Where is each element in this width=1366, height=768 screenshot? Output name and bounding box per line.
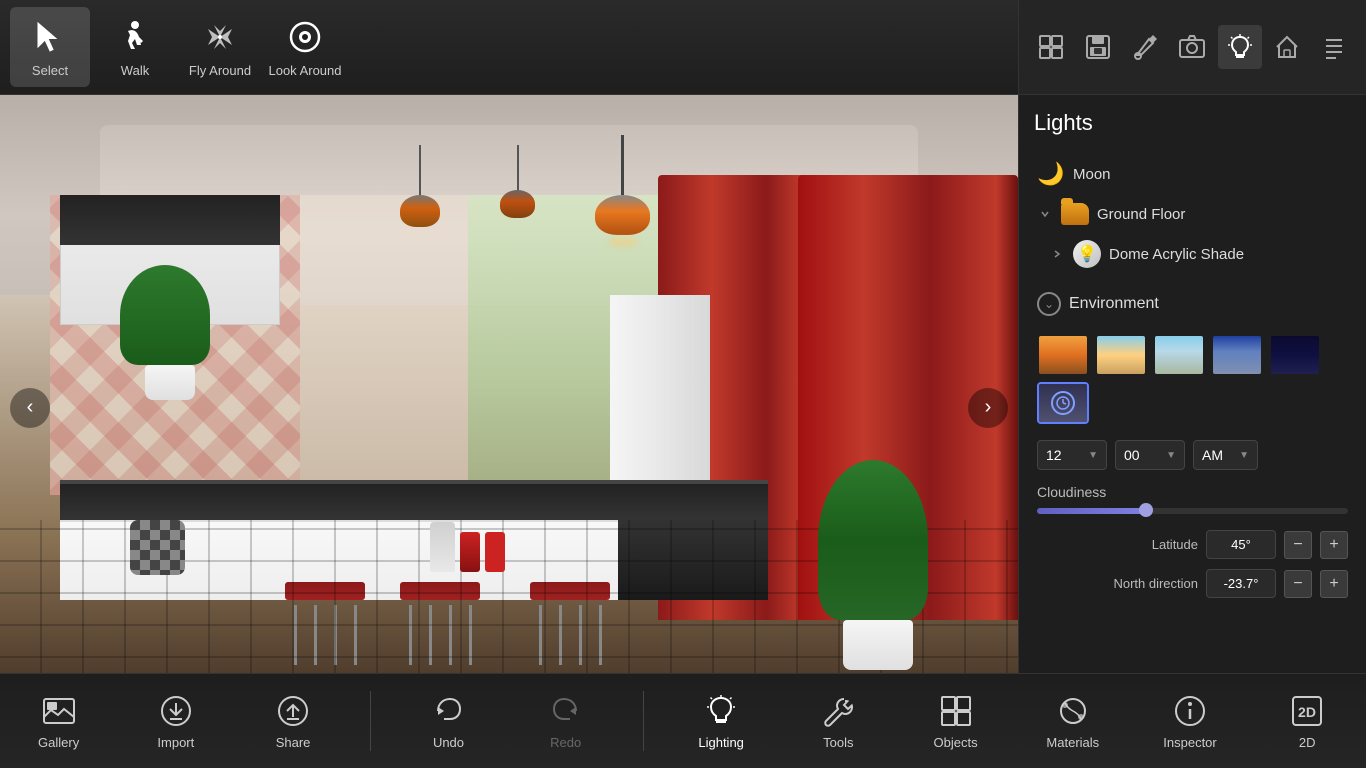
divider-2 [643, 691, 644, 751]
walk-label: Walk [121, 63, 149, 78]
materials-btn[interactable]: Materials [1033, 681, 1113, 761]
tools-label: Tools [823, 735, 853, 750]
lights-panel: Lights 🌙 Moon Ground Floor [1019, 95, 1366, 768]
panel-list-icon[interactable] [1312, 25, 1356, 69]
panel-paint-icon[interactable] [1123, 25, 1167, 69]
2d-label: 2D [1299, 735, 1316, 750]
latitude-value: 45° [1206, 530, 1276, 559]
nav-right-arrow[interactable]: › [968, 388, 1008, 428]
cloudiness-slider[interactable] [1037, 508, 1348, 514]
lights-title: Lights [1029, 110, 1356, 136]
moon-label: Moon [1073, 166, 1111, 183]
tod-custom[interactable] [1037, 382, 1089, 424]
ampm-select[interactable]: AM ▼ [1193, 440, 1258, 470]
tree-item-moon[interactable]: 🌙 Moon [1029, 154, 1356, 194]
tod-night[interactable] [1269, 334, 1321, 376]
redo-label: Redo [550, 735, 581, 750]
expand-arrow-ground-floor[interactable] [1037, 206, 1053, 222]
ground-floor-label: Ground Floor [1097, 206, 1185, 223]
ampm-value: AM [1202, 447, 1223, 463]
hour-arrow: ▼ [1088, 450, 1098, 461]
north-direction-row: North direction -23.7° − + [1037, 569, 1348, 598]
dome-shade-label: Dome Acrylic Shade [1109, 246, 1244, 263]
fly-around-tool[interactable]: Fly Around [180, 7, 260, 87]
redo-btn[interactable]: Redo [526, 681, 606, 761]
tree-item-dome-shade[interactable]: 💡 Dome Acrylic Shade [1029, 234, 1356, 274]
latitude-label: Latitude [1037, 537, 1198, 552]
tod-dawn[interactable] [1037, 334, 1089, 376]
bulb-icon-dome: 💡 [1073, 240, 1101, 268]
latitude-increase-btn[interactable]: + [1320, 531, 1348, 559]
fly-around-label: Fly Around [189, 63, 251, 78]
lighting-label: Lighting [698, 735, 744, 750]
right-panel-toolbar [1019, 0, 1366, 95]
gallery-btn[interactable]: Gallery [19, 681, 99, 761]
panel-save-icon[interactable] [1076, 25, 1120, 69]
cloudiness-section: Cloudiness [1029, 476, 1356, 522]
north-direction-value: -23.7° [1206, 569, 1276, 598]
expand-arrow-dome[interactable] [1049, 246, 1065, 262]
time-controls: 12 ▼ 00 ▼ AM ▼ [1029, 434, 1356, 476]
latitude-row: Latitude 45° − + [1037, 530, 1348, 559]
svg-text:2D: 2D [1298, 704, 1316, 720]
bottom-toolbar: Gallery Import Share Undo Redo [0, 673, 1366, 768]
inspector-label: Inspector [1163, 735, 1216, 750]
select-label: Select [32, 63, 68, 78]
latitude-decrease-btn[interactable]: − [1284, 531, 1312, 559]
north-decrease-btn[interactable]: − [1284, 570, 1312, 598]
coord-section: Latitude 45° − + North direction -23.7° … [1029, 522, 1356, 616]
inspector-btn[interactable]: Inspector [1150, 681, 1230, 761]
right-panel: Lights 🌙 Moon Ground Floor [1018, 0, 1366, 768]
cloudiness-thumb[interactable] [1139, 503, 1153, 517]
select-tool[interactable]: Select [10, 7, 90, 87]
undo-label: Undo [433, 735, 464, 750]
environment-label: Environment [1069, 295, 1159, 313]
cloudiness-label: Cloudiness [1037, 484, 1348, 500]
import-btn[interactable]: Import [136, 681, 216, 761]
hour-select[interactable]: 12 ▼ [1037, 440, 1107, 470]
environment-section: ⌄ Environment [1029, 284, 1356, 616]
tod-morning[interactable] [1095, 334, 1147, 376]
north-increase-btn[interactable]: + [1320, 570, 1348, 598]
moon-icon: 🌙 [1037, 160, 1065, 188]
top-toolbar: Select Walk Fly Around Look Around [0, 0, 1018, 95]
tod-grid [1029, 324, 1356, 434]
folder-icon-ground-floor [1061, 200, 1089, 228]
gallery-label: Gallery [38, 735, 79, 750]
objects-label: Objects [934, 735, 978, 750]
tod-evening[interactable] [1211, 334, 1263, 376]
minute-select[interactable]: 00 ▼ [1115, 440, 1185, 470]
minute-arrow: ▼ [1166, 450, 1176, 461]
divider-1 [370, 691, 371, 751]
materials-label: Materials [1046, 735, 1099, 750]
share-btn[interactable]: Share [253, 681, 333, 761]
env-chevron-icon: ⌄ [1037, 292, 1061, 316]
north-direction-label: North direction [1037, 576, 1198, 591]
undo-btn[interactable]: Undo [408, 681, 488, 761]
panel-home-icon[interactable] [1265, 25, 1309, 69]
panel-light-icon[interactable] [1218, 25, 1262, 69]
hour-value: 12 [1046, 447, 1062, 463]
ampm-arrow: ▼ [1239, 450, 1249, 461]
panel-objects-icon[interactable] [1029, 25, 1073, 69]
lighting-btn[interactable]: Lighting [681, 681, 761, 761]
minute-value: 00 [1124, 447, 1140, 463]
walk-tool[interactable]: Walk [95, 7, 175, 87]
tod-noon[interactable] [1153, 334, 1205, 376]
panel-camera-icon[interactable] [1170, 25, 1214, 69]
tools-btn[interactable]: Tools [798, 681, 878, 761]
light-tree: 🌙 Moon Ground Floor [1029, 154, 1356, 274]
environment-header[interactable]: ⌄ Environment [1029, 284, 1356, 324]
2d-btn[interactable]: 2D 2D [1267, 681, 1347, 761]
look-around-label: Look Around [268, 63, 341, 78]
look-around-tool[interactable]: Look Around [265, 7, 345, 87]
objects-btn[interactable]: Objects [916, 681, 996, 761]
main-viewport[interactable]: ‹ › [0, 95, 1018, 720]
tree-item-ground-floor[interactable]: Ground Floor [1029, 194, 1356, 234]
import-label: Import [157, 735, 194, 750]
share-label: Share [276, 735, 311, 750]
nav-left-arrow[interactable]: ‹ [10, 388, 50, 428]
